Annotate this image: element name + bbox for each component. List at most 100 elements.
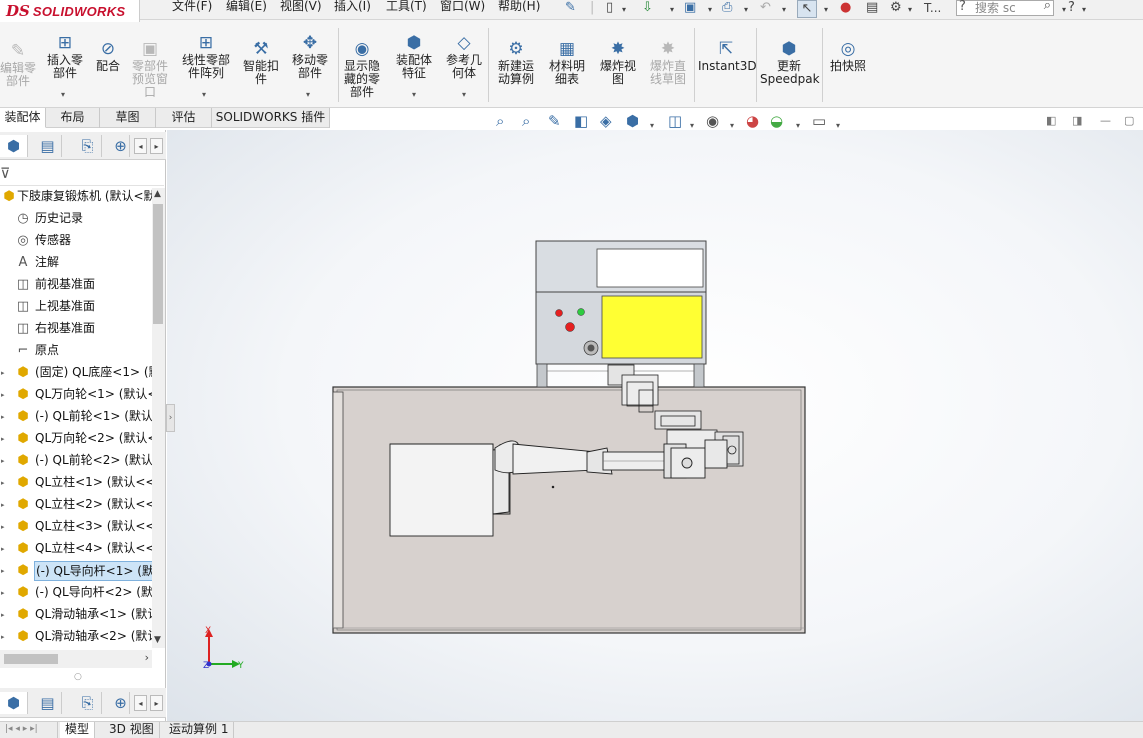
take-snapshot-button[interactable]: ◎ 拍快照 — [826, 40, 870, 73]
panel-next-icon[interactable]: ▸ — [150, 695, 163, 711]
menu-tools[interactable]: 工具(T) — [386, 0, 427, 16]
tree-item[interactable]: ◎ 传感器 — [0, 230, 152, 252]
move-component-button[interactable]: ✥ 移动零 部件 — [288, 34, 332, 80]
show-hidden-components-button[interactable]: ◉ 显示隐 藏的零 部件 — [340, 40, 384, 99]
minimize-icon[interactable]: — — [1100, 114, 1111, 127]
insert-component-button[interactable]: ⊞ 插入零 部件 — [44, 34, 86, 80]
menu-insert[interactable]: 插入(I) — [334, 0, 371, 16]
configuration-manager-tab-icon[interactable]: ⎘ — [74, 135, 102, 157]
restore-left-icon[interactable]: ◧ — [1046, 114, 1056, 127]
tree-root[interactable]: ⬢ 下肢康复锻炼机 (默认<默 — [0, 186, 152, 208]
tools-shortcut[interactable]: T... — [924, 0, 941, 18]
move-dropdown-icon[interactable]: ▾ — [306, 90, 310, 99]
refgeom-dropdown-icon[interactable]: ▾ — [462, 90, 466, 99]
tab-evaluate[interactable]: 评估 — [156, 108, 212, 128]
features-dropdown-icon[interactable]: ▾ — [412, 90, 416, 99]
model-view[interactable]: X Y Z — [167, 130, 1143, 721]
insert-dropdown-icon[interactable]: ▾ — [61, 90, 65, 99]
tree-item[interactable]: ▸ ⬢ (-) QL前轮<1> (默认 — [0, 406, 152, 428]
options-gear-icon[interactable]: ⚙ — [890, 0, 902, 18]
tree-item[interactable]: ◫ 上视基准面 — [0, 296, 152, 318]
save-icon[interactable]: ▣ — [684, 0, 696, 18]
new-motion-study-button[interactable]: ⚙ 新建运 动算例 — [494, 40, 538, 86]
expand-arrow-icon[interactable]: ▸ — [1, 428, 5, 450]
configuration-manager-tab-icon[interactable]: ⎘ — [74, 692, 102, 714]
expand-arrow-icon[interactable]: ▸ — [1, 626, 5, 648]
tab-model[interactable]: 模型 — [60, 722, 96, 738]
menu-help[interactable]: 帮助(H) — [498, 0, 540, 16]
tab-scroll-arrows-icon[interactable]: |◂ ◂ ▸ ▸| — [0, 722, 58, 738]
tree-item[interactable]: ▸ ⬢ QL万向轮<1> (默认< — [0, 384, 152, 406]
explode-line-sketch-button[interactable]: ✸ 爆炸直 线草图 — [644, 40, 692, 86]
edit-component-button[interactable]: ✎ 编辑零 部件 — [0, 42, 36, 88]
mate-button[interactable]: ⊘ 配合 — [92, 40, 124, 73]
zoom-to-fit-icon[interactable]: ⌕ — [496, 113, 504, 129]
expand-arrow-icon[interactable]: ▸ — [1, 494, 5, 516]
menu-window[interactable]: 窗口(W) — [440, 0, 485, 16]
property-manager-tab-icon[interactable]: ▤ — [34, 692, 62, 714]
view-settings-icon[interactable]: ▭ — [812, 113, 826, 129]
component-preview-button[interactable]: ▣ 零部件 预览窗 口 — [128, 40, 172, 99]
feature-manager-tab-icon[interactable]: ⬢ — [0, 692, 28, 714]
expand-arrow-icon[interactable]: ▸ — [1, 406, 5, 428]
tab-solidworks-addins[interactable]: SOLIDWORKS 插件 — [212, 108, 330, 128]
tab-assembly[interactable]: 装配体 — [0, 108, 46, 128]
file-properties-icon[interactable]: ▤ — [866, 0, 878, 18]
tree-item[interactable]: ▸ ⬢ (固定) QL底座<1> (默 — [0, 362, 152, 384]
expand-arrow-icon[interactable]: ▸ — [1, 604, 5, 626]
search-input[interactable]: ? 搜索 sc ⌕ — [956, 0, 1054, 16]
tab-sketch[interactable]: 草图 — [100, 108, 156, 128]
scroll-right-icon[interactable]: › — [145, 651, 149, 664]
panel-next-icon[interactable]: ▸ — [150, 138, 163, 154]
expand-arrow-icon[interactable]: ▸ — [1, 362, 5, 384]
tree-horizontal-scrollbar[interactable]: › — [0, 650, 152, 668]
help-button[interactable]: ? — [1068, 0, 1075, 18]
menu-view[interactable]: 视图(V) — [280, 0, 322, 16]
options-dropdown-icon[interactable]: ▾ — [908, 2, 912, 20]
panel-resize-handle-icon[interactable]: ○ — [74, 672, 82, 682]
solidworks-logo[interactable]: DS SOLIDWORKS — [0, 0, 140, 22]
smart-fasteners-button[interactable]: ⚒ 智能扣 件 — [240, 40, 282, 86]
reference-geometry-button[interactable]: ◇ 参考几 何体 — [442, 34, 486, 80]
tree-item[interactable]: ▸ ⬢ (-) QL导向杆<2> (默 — [0, 582, 152, 604]
tree-item[interactable]: ▸ ⬢ (-) QL前轮<2> (默认 — [0, 450, 152, 472]
print-icon[interactable]: ⎙ — [722, 0, 732, 18]
tree-vertical-scrollbar[interactable]: ▲ ▼ — [152, 188, 165, 648]
tree-filter[interactable]: ⊽ — [0, 164, 164, 186]
tab-layout[interactable]: 布局 — [46, 108, 100, 128]
exploded-view-button[interactable]: ✸ 爆炸视 图 — [596, 40, 640, 86]
apply-scene-icon[interactable]: ◒ — [770, 113, 783, 129]
save-dropdown-icon[interactable]: ▾ — [708, 2, 712, 20]
new-dropdown-icon[interactable]: ▾ — [622, 2, 626, 20]
magnifier-icon[interactable]: ⌕ — [1044, 0, 1051, 13]
previous-view-icon[interactable]: ✎ — [548, 113, 561, 129]
undo-dropdown-icon[interactable]: ▾ — [782, 2, 786, 20]
filter-icon[interactable]: ⊽ — [0, 166, 10, 182]
scroll-down-icon[interactable]: ▼ — [154, 635, 161, 645]
open-document-icon[interactable]: ⇩ — [642, 0, 653, 18]
menu-edit[interactable]: 编辑(E) — [226, 0, 267, 16]
select-cursor-icon[interactable]: ↖ — [797, 0, 817, 18]
tree-item[interactable]: ▸ ⬢ (-) QL导向杆<1> (默 — [0, 560, 152, 582]
update-speedpak-button[interactable]: ⬢ 更新 Speedpak — [760, 40, 820, 86]
section-view-icon[interactable]: ◧ — [574, 113, 588, 129]
view-orientation-icon[interactable]: ⬢ — [626, 113, 639, 129]
tree-item[interactable]: ▸ ⬢ QL万向轮<2> (默认< — [0, 428, 152, 450]
print-dropdown-icon[interactable]: ▾ — [744, 2, 748, 20]
expand-arrow-icon[interactable]: ▸ — [1, 538, 5, 560]
pattern-dropdown-icon[interactable]: ▾ — [202, 90, 206, 99]
restore-right-icon[interactable]: ◨ — [1072, 114, 1082, 127]
help-dropdown-icon[interactable]: ▾ — [1082, 2, 1086, 20]
tree-item[interactable]: ▸ ⬢ QL立柱<1> (默认<< — [0, 472, 152, 494]
new-document-icon[interactable]: ▯ — [606, 0, 613, 18]
dimxpert-tab-icon[interactable]: ⊕ — [112, 135, 130, 157]
graphics-area[interactable]: X Y Z — [167, 130, 1143, 721]
expand-arrow-icon[interactable]: ▸ — [1, 384, 5, 406]
hide-show-items-icon[interactable]: ◉ — [706, 113, 719, 129]
dynamic-annotation-icon[interactable]: ◈ — [600, 113, 612, 129]
scroll-up-icon[interactable]: ▲ — [154, 189, 161, 199]
assembly-features-button[interactable]: ⬢ 装配体 特征 — [392, 34, 436, 80]
panel-prev-icon[interactable]: ◂ — [134, 138, 147, 154]
tree-item[interactable]: ▸ ⬢ QL滑动轴承<1> (默认 — [0, 604, 152, 626]
linear-pattern-button[interactable]: ⊞ 线性零部 件阵列 — [178, 34, 234, 80]
